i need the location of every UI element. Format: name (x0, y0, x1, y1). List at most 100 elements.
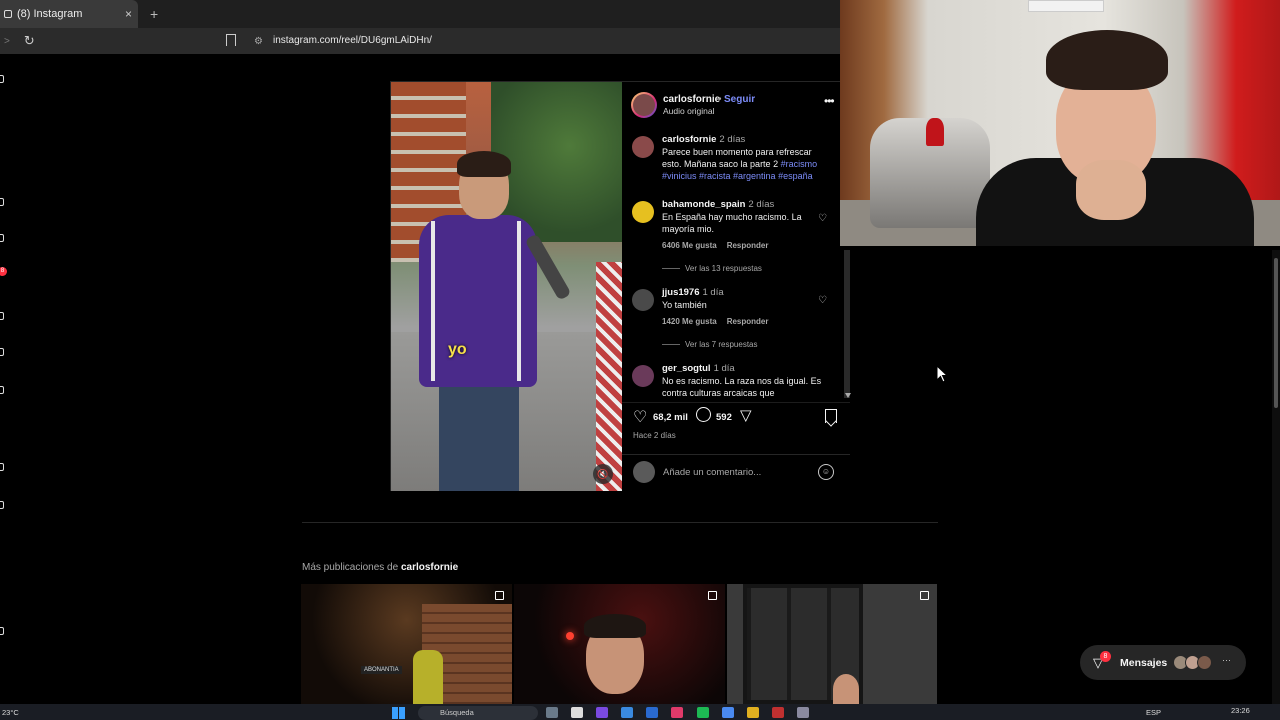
more-options-icon[interactable]: ••• (824, 94, 835, 108)
carousel-icon (495, 591, 504, 600)
reply-button[interactable]: Responder (727, 241, 769, 250)
follow-button[interactable]: Seguir (724, 94, 755, 105)
forward-icon[interactable]: > (4, 36, 10, 47)
emoji-icon[interactable]: ☺ (818, 464, 834, 480)
notification-badge: 8 (0, 267, 7, 276)
more-posts-heading: Más publicaciones de carlosfornie (302, 562, 459, 573)
post-timestamp[interactable]: Hace 2 días (633, 431, 676, 440)
post-thumbnail[interactable]: ABONANTIA (301, 584, 512, 704)
video-caption: yo (448, 341, 467, 358)
comment-user[interactable]: bahamonde_spain 2 días (662, 199, 774, 210)
language-indicator[interactable]: ESP (1146, 708, 1161, 717)
more-posts-author[interactable]: carlosfornie (401, 562, 458, 573)
new-tab-button[interactable]: + (150, 6, 158, 22)
messages-icon[interactable] (0, 348, 4, 356)
more-messages-icon: ··· (1222, 655, 1231, 665)
browser-tab-strip: (8) Instagram × + (0, 0, 840, 28)
taskbar-apps (546, 707, 820, 720)
like-comment-icon[interactable]: ♡ (818, 295, 827, 306)
bookmark-icon[interactable] (226, 34, 236, 46)
red-plush (926, 118, 944, 146)
share-icon[interactable]: ▽ (740, 406, 752, 424)
message-avatars (1173, 655, 1212, 675)
reel-post: yo 🔇 carlosfornie • Seguir Audio origina… (390, 81, 851, 491)
comment-user[interactable]: carlosfornie 2 días (662, 134, 745, 145)
view-replies-button[interactable]: Ver las 13 respuestas (662, 264, 762, 273)
messages-badge: 8 (1100, 651, 1111, 662)
home-icon[interactable] (0, 75, 4, 83)
comments-count: 592 (716, 412, 732, 423)
task-view-icon[interactable] (546, 707, 558, 718)
streamer-hand (1076, 160, 1146, 220)
reel-video[interactable]: yo 🔇 (391, 82, 622, 491)
messages-button[interactable]: ▽ 8 Mensajes ··· (1080, 645, 1246, 680)
file-explorer-icon[interactable] (746, 707, 759, 718)
create-icon[interactable] (0, 463, 4, 471)
avatar[interactable] (632, 289, 654, 311)
app-icon[interactable] (671, 707, 684, 718)
air-conditioner (1028, 0, 1104, 12)
comment-text: En España hay mucho racismo. La mayoría … (662, 212, 802, 234)
app-icon[interactable] (571, 707, 584, 718)
site-info-icon[interactable]: ⚙ (254, 36, 263, 47)
author-avatar[interactable] (631, 92, 657, 118)
video-person (409, 151, 537, 491)
taskbar-clock[interactable]: 23:26 (1231, 706, 1250, 715)
weather-widget[interactable]: 23°C (2, 708, 19, 717)
comments-list[interactable]: carlosfornie 2 días Parece buen momento p… (622, 130, 844, 398)
avatar[interactable] (632, 136, 654, 158)
instagram-favicon-icon (4, 10, 12, 18)
reply-button[interactable]: Responder (727, 317, 769, 326)
comment-text: Yo también (662, 300, 707, 310)
app-icon[interactable] (596, 707, 609, 718)
author-username[interactable]: carlosfornie (663, 94, 720, 105)
tab-title: (8) Instagram (17, 8, 83, 20)
address-bar: > ↻ ⚙ instagram.com/reel/DU6gmLAiDHn/ (0, 28, 840, 54)
mute-toggle-icon[interactable]: 🔇 (593, 464, 613, 484)
messages-label: Mensajes (1120, 657, 1168, 669)
app-icon[interactable] (796, 707, 809, 718)
post-thumbnail[interactable] (727, 584, 937, 704)
explore-icon[interactable] (0, 234, 4, 242)
carousel-icon (920, 591, 929, 600)
thumbnail-sign: ABONANTIA (361, 666, 402, 674)
reels-icon[interactable] (0, 312, 4, 320)
avatar[interactable] (632, 201, 654, 223)
menu-icon[interactable] (0, 627, 4, 635)
browser-tab[interactable]: (8) Instagram × (0, 0, 138, 28)
app-icon[interactable] (646, 707, 659, 718)
comments-scrollbar[interactable] (844, 250, 851, 398)
streamer-hair (1046, 30, 1168, 90)
webcam-overlay (840, 0, 1280, 246)
app-icon[interactable] (721, 707, 734, 718)
comment-text: No es racismo. La raza nos da igual. Es … (662, 376, 822, 398)
taskbar-search[interactable]: Búsqueda (418, 706, 538, 720)
profile-icon[interactable] (0, 501, 4, 509)
view-replies-button[interactable]: Ver las 7 respuestas (662, 340, 757, 349)
post-sidebar: carlosfornie • Seguir Audio original •••… (622, 82, 851, 491)
comment-user[interactable]: jjus1976 1 día (662, 287, 724, 298)
reload-icon[interactable]: ↻ (24, 33, 35, 49)
like-comment-icon[interactable]: ♡ (818, 213, 827, 224)
like-icon[interactable]: ♡ (633, 407, 647, 427)
comment-user[interactable]: ger_sogtul 1 día (662, 363, 735, 374)
close-tab-icon[interactable]: × (125, 7, 132, 21)
page-scrollbar[interactable] (1272, 250, 1280, 710)
spotify-icon[interactable] (696, 707, 709, 718)
url-field[interactable]: instagram.com/reel/DU6gmLAiDHn/ (273, 35, 432, 46)
search-icon[interactable] (0, 198, 4, 206)
post-thumbnail[interactable] (514, 584, 725, 704)
comment-icon[interactable] (696, 407, 711, 422)
add-comment-bar: Añade un comentario... ☺ (622, 454, 850, 491)
comment-meta: 1420 Me gusta Responder (662, 317, 769, 326)
notifications-icon[interactable] (0, 386, 4, 394)
windows-start-icon[interactable] (392, 707, 405, 719)
audio-link[interactable]: Audio original (663, 106, 715, 116)
app-icon[interactable] (621, 707, 634, 718)
save-icon[interactable] (825, 409, 837, 423)
likes-count[interactable]: 68,2 mil (653, 412, 688, 423)
comment-input[interactable]: Añade un comentario... (663, 467, 761, 478)
avatar[interactable] (632, 365, 654, 387)
app-icon[interactable] (771, 707, 784, 718)
video-interviewer (596, 262, 622, 491)
